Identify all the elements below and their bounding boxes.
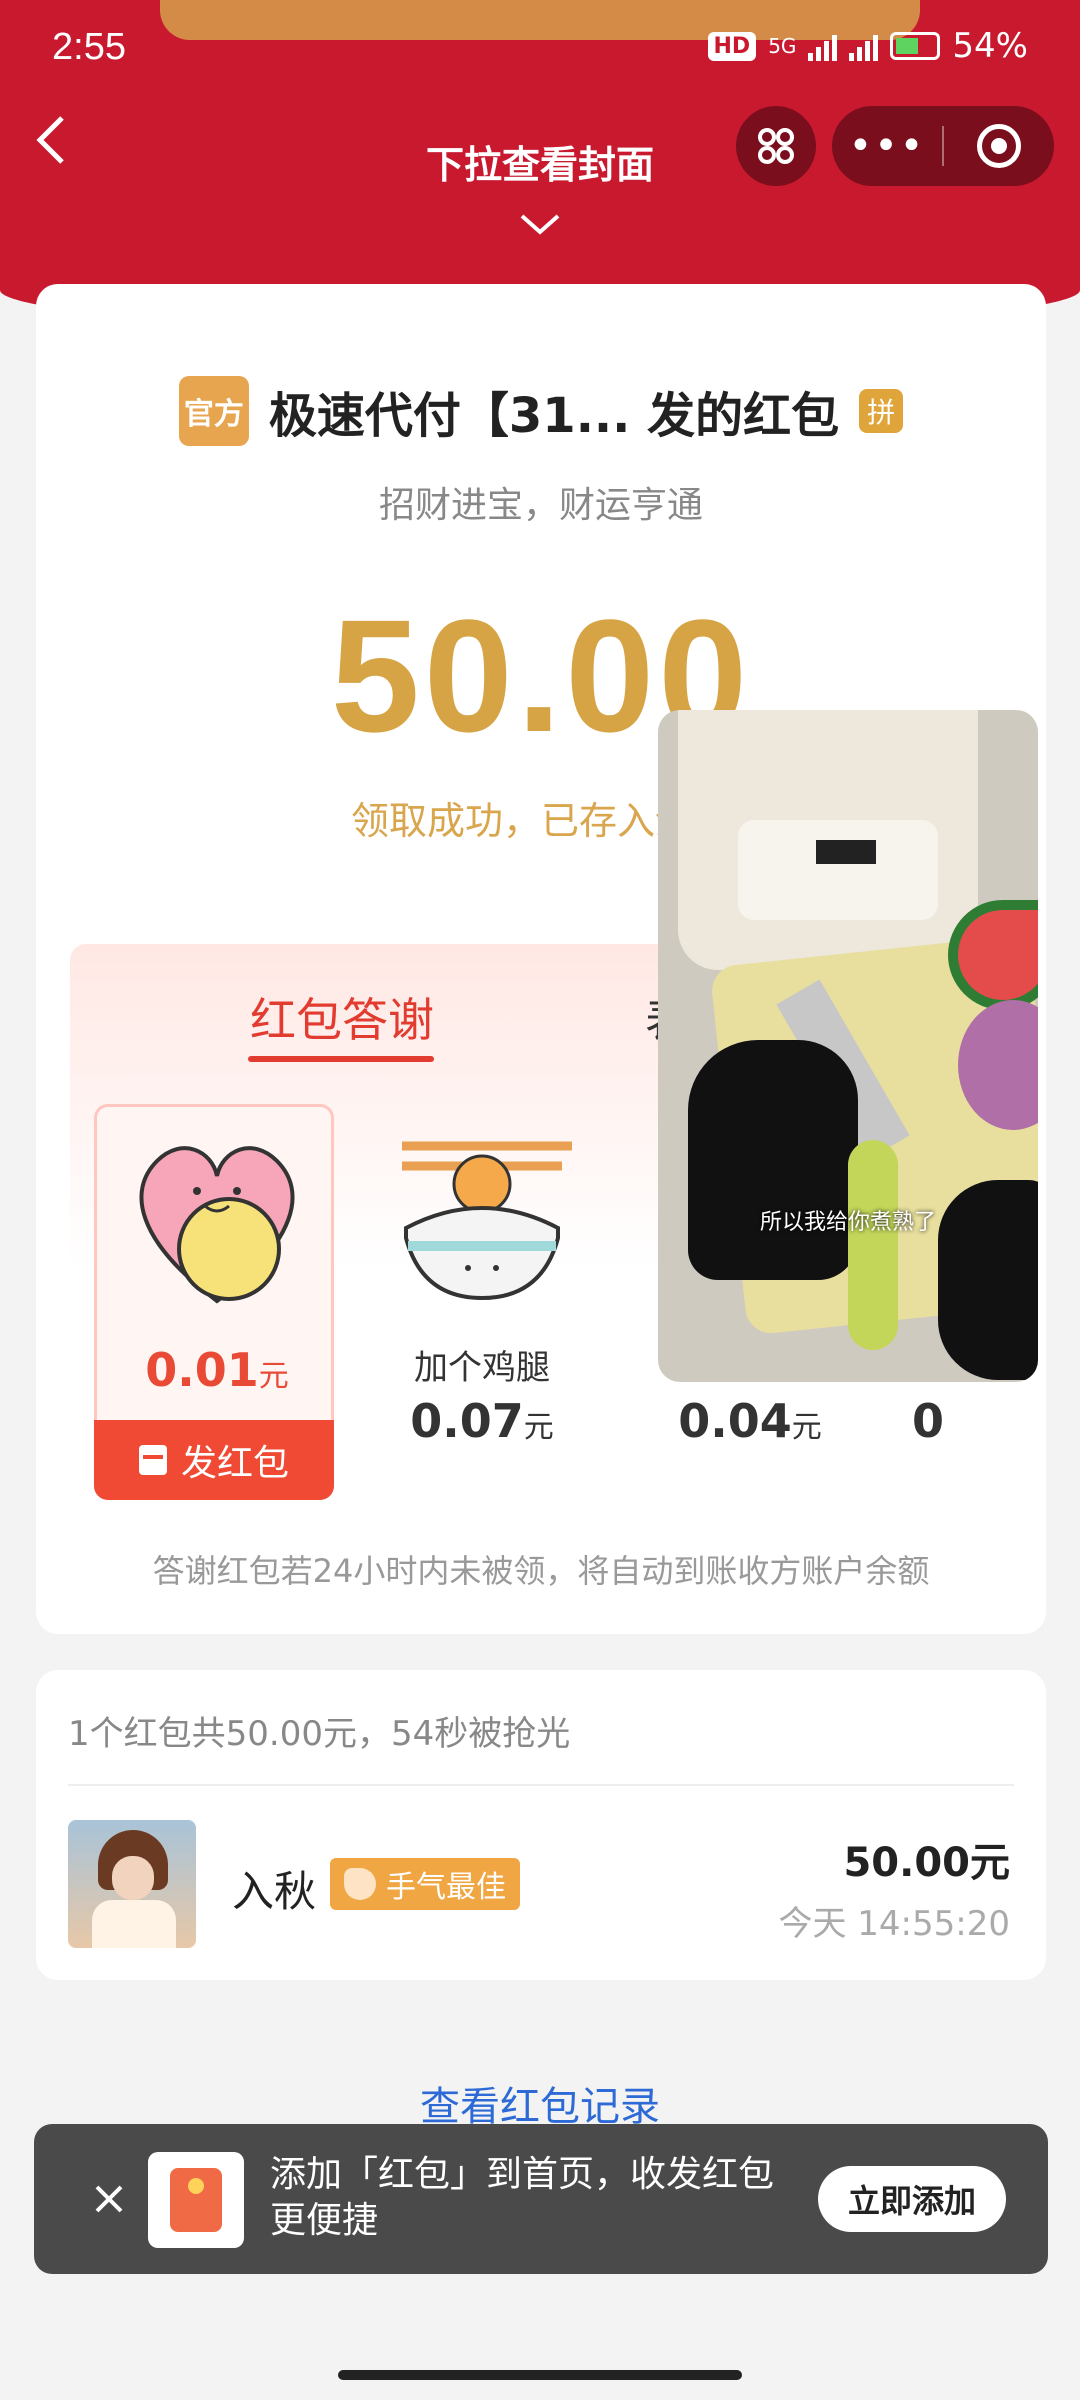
mini-program-capsule: ••• — [832, 106, 1054, 186]
best-luck-badge: 手气最佳 — [330, 1858, 520, 1910]
scan-icon — [758, 128, 794, 164]
rice-cooker-image — [678, 710, 978, 970]
chevron-down-icon[interactable] — [518, 212, 562, 236]
red-packet-app-icon — [148, 2152, 244, 2248]
gloved-hand-image — [688, 1040, 858, 1280]
blessing-text: 招财进宝，财运亨通 — [378, 485, 703, 526]
add-now-button[interactable]: 立即添加 — [818, 2166, 1006, 2232]
gift-price-unit: 元 — [523, 1410, 554, 1445]
cooker-screen — [816, 840, 876, 864]
avatar-face — [112, 1856, 154, 1900]
home-indicator[interactable] — [338, 2370, 742, 2380]
envelope-icon — [170, 2168, 222, 2232]
receiver-time: 今天 14:55:20 — [778, 1904, 1010, 1944]
floating-video-window[interactable]: 所以我给你煮熟了 — [658, 710, 1038, 1382]
gift-price-unit: 元 — [258, 1359, 289, 1394]
status-time: 2:55 — [52, 26, 126, 68]
rice-bowl-icon — [402, 1141, 572, 1301]
gift-price-value: 0.04 — [678, 1394, 792, 1448]
avatar[interactable] — [68, 1820, 196, 1948]
status-icons: HD 5G 54% — [707, 26, 1028, 66]
hd-badge: HD — [707, 31, 757, 61]
page: 2:55 HD 5G 54% 下拉查看封面 ••• 官方 极速代付【31... … — [0, 0, 1080, 2400]
more-button[interactable]: ••• — [832, 123, 942, 169]
avatar-body — [92, 1900, 176, 1948]
close-mini-program-button[interactable] — [944, 124, 1054, 168]
video-subtitle: 所以我给你煮熟了 — [759, 1210, 936, 1235]
receiver-amount: 50.00元 — [843, 1840, 1010, 1886]
status-bar: 2:55 HD 5G 54% — [0, 0, 1080, 96]
battery-icon — [890, 32, 941, 60]
signal-icon — [808, 31, 838, 61]
gift-price: 0.07元 — [362, 1394, 602, 1448]
cooker-panel — [738, 820, 938, 920]
peeler-image — [848, 1140, 898, 1350]
gift-price: 0.01元 — [97, 1343, 337, 1397]
heart-hug-icon — [139, 1146, 295, 1304]
thanks-note: 答谢红包若24小时内未被领，将自动到账收方账户余额 — [152, 1552, 930, 1590]
send-red-packet-button[interactable]: 发红包 — [94, 1420, 334, 1500]
send-button-label: 发红包 — [180, 1443, 289, 1484]
sender-name: 极速代付【31... 发的红包 — [268, 388, 840, 444]
gift-price: 0 — [846, 1394, 1010, 1448]
gift-option-hug[interactable]: 0.01元 发红包 — [94, 1104, 334, 1500]
battery-percent: 54% — [952, 26, 1028, 66]
scan-button[interactable] — [736, 106, 816, 186]
target-icon — [977, 124, 1021, 168]
tab-thanks[interactable]: 红包答谢 — [250, 984, 434, 1050]
gift-name: 加个鸡腿 — [414, 1348, 550, 1388]
hand-icon — [344, 1868, 376, 1900]
network-type: 5G — [768, 34, 797, 58]
gift-price-value: 0.07 — [410, 1394, 524, 1448]
receiver-name: 入秋 — [232, 1867, 317, 1916]
gift-price-value: 0 — [911, 1394, 944, 1448]
gift-price-unit: 元 — [791, 1410, 822, 1445]
receiver-list-card: 1个红包共50.00元，54秒被抢光 入秋 手气最佳 50.00元 今天 14:… — [36, 1670, 1046, 1980]
red-packet-icon — [138, 1445, 167, 1475]
divider — [68, 1784, 1014, 1786]
red-packet-summary: 1个红包共50.00元，54秒被抢光 — [68, 1714, 571, 1754]
more-icon: ••• — [848, 123, 926, 169]
close-icon — [95, 2185, 123, 2213]
best-luck-label: 手气最佳 — [386, 1870, 506, 1905]
tab-underline — [248, 1056, 434, 1062]
pin-badge: 拼 — [859, 389, 904, 433]
gift-option-drumstick[interactable]: 加个鸡腿 0.07元 — [362, 1104, 602, 1500]
signal-icon-2 — [849, 31, 879, 61]
add-to-home-toast: 添加「红包」到首页，收发红包更便捷 立即添加 — [34, 2124, 1048, 2274]
toast-close-button[interactable] — [74, 2164, 144, 2234]
toast-message: 添加「红包」到首页，收发红包更便捷 — [270, 2154, 775, 2241]
gift-price-value: 0.01 — [145, 1343, 259, 1397]
gift-price: 0.04元 — [630, 1394, 870, 1448]
official-badge: 官方 — [178, 376, 249, 446]
sender-row: 官方 极速代付【31... 发的红包 拼 — [36, 376, 1046, 446]
